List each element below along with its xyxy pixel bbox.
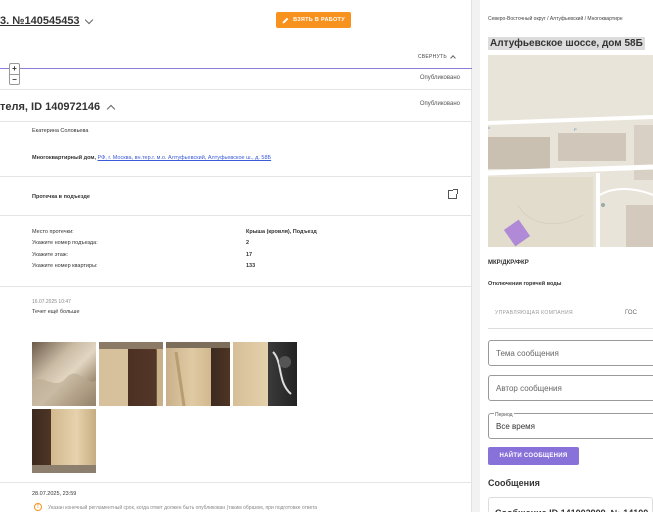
map-tiles: P з <box>488 55 653 247</box>
divider <box>0 215 472 216</box>
field-value: 17 <box>246 252 253 258</box>
warning-text: Указан конечный регламентный срок, когда… <box>48 505 318 511</box>
appeal-panel: 3. №140545453 ВЗЯТЬ В РАБОТУ СВЕРНУТЬ Оп… <box>0 0 472 512</box>
field-label: Укажите номер квартиры: <box>32 263 98 269</box>
status-badge: Опубликовано <box>419 75 460 81</box>
object-title: Алтуфьевское шоссе, дом 58Б <box>488 37 645 50</box>
zoom-in-button[interactable]: + <box>10 64 19 74</box>
object-address-link[interactable]: РФ, г. Москва, вн.тер.г. м.о. Алтуфьевск… <box>98 155 272 161</box>
breadcrumb[interactable]: Северо-Восточный округ / Алтуфьевский / … <box>488 16 623 22</box>
object-line: Многоквартирный дом, РФ, г. Москва, вн.т… <box>32 155 271 161</box>
appeal-header[interactable]: 3. №140545453 <box>0 8 93 34</box>
chevron-up-icon <box>450 55 456 61</box>
comment-date: 16.07.2025 10:47 <box>32 299 71 305</box>
find-messages-button[interactable]: НАЙТИ СООБЩЕНИЯ <box>488 447 579 465</box>
attachment-photo[interactable] <box>233 342 297 406</box>
object-label: Многоквартирный дом, <box>32 155 96 161</box>
answer-deadline: 28.07.2025, 23:59 <box>32 491 77 497</box>
field-label: Укажите номер подъезда: <box>32 240 98 246</box>
divider <box>488 328 653 329</box>
appeal-topic: Протечка в подъезде <box>32 194 90 200</box>
chevron-up-icon[interactable] <box>106 104 116 113</box>
zoom-out-button[interactable]: − <box>10 75 19 85</box>
divider <box>0 482 472 483</box>
field-value: 2 <box>246 240 250 246</box>
collapse-button[interactable]: СВЕРНУТЬ <box>417 53 456 61</box>
divider <box>0 176 472 177</box>
field-label: Место протечки: <box>32 229 74 235</box>
message-card[interactable]: Сообщение ID 141002909, № 14100 <box>488 497 653 512</box>
mkr-label: МКР/ДКР/ФКР <box>488 260 529 266</box>
field-value: Крыша (кровля), Подъезд <box>246 229 317 235</box>
message-author-input[interactable]: Автор сообщения <box>488 375 653 401</box>
map[interactable]: P з <box>488 55 653 247</box>
warning-icon: ! <box>34 503 42 511</box>
messages-title: Сообщения <box>488 478 540 488</box>
management-value: ГОС <box>625 310 637 316</box>
take-to-work-label: ВЗЯТЬ В РАБОТУ <box>293 17 345 23</box>
attachment-photo[interactable] <box>32 342 96 406</box>
map-zoom-control[interactable]: + − <box>9 63 20 85</box>
svg-text:P: P <box>574 127 577 132</box>
external-link-icon[interactable] <box>448 189 458 199</box>
status-badge: Опубликовано <box>419 101 460 107</box>
collapse-label: СВЕРНУТЬ <box>417 53 447 60</box>
attachment-photo[interactable] <box>99 342 163 406</box>
attachment-photo[interactable] <box>32 409 96 473</box>
comment-text: Течет ещё больше <box>32 309 80 315</box>
appeal-row-title: теля, ID 140972146 <box>0 101 101 113</box>
appeal-author: Екатерина Соловьева <box>32 128 89 134</box>
hot-water-label[interactable]: Отключения горячей воды <box>488 281 562 287</box>
field-value: 133 <box>246 263 256 269</box>
message-subject-input[interactable]: Тема сообщения <box>488 340 653 366</box>
attachment-photo[interactable] <box>166 342 230 407</box>
appeal-number[interactable]: 3. №140545453 <box>0 15 80 27</box>
divider <box>0 286 472 287</box>
pencil-icon <box>282 17 289 23</box>
svg-text:з: з <box>488 125 490 130</box>
section-row[interactable]: Опубликовано <box>0 68 472 90</box>
chevron-down-icon[interactable] <box>84 15 93 24</box>
appeal-row[interactable]: теля, ID 140972146 Опубликовано <box>0 96 472 122</box>
management-label: УПРАВЛЯЮЩАЯ КОМПАНИЯ <box>495 310 574 316</box>
field-label: Укажите этаж: <box>32 252 69 258</box>
take-to-work-button[interactable]: ВЗЯТЬ В РАБОТУ <box>276 12 351 28</box>
period-legend: Период <box>494 412 514 418</box>
